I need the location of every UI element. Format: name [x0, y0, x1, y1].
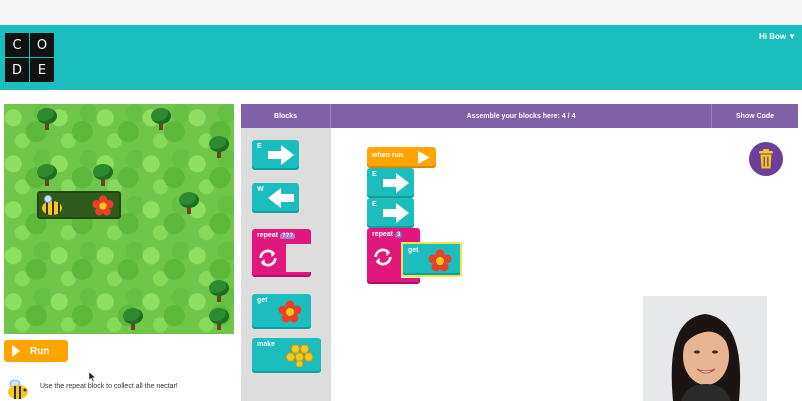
instructor-video: [643, 296, 767, 401]
when-run-label: when run: [372, 152, 404, 159]
arrow-right-icon: [383, 203, 409, 223]
grass-background: [4, 104, 234, 334]
repeat-label: repeat 3: [372, 231, 403, 238]
workspace-header: Blocks Assemble your blocks here: 4 / 4 …: [241, 104, 798, 128]
loop-icon: [257, 247, 279, 269]
logo-letter: D: [5, 58, 29, 82]
make-label: make: [257, 341, 275, 348]
app-root: C O D E Hi Bow ▼ Run Use the repeat bloc…: [0, 0, 802, 401]
program-move-east-block[interactable]: E: [367, 168, 414, 198]
tree-icon: [36, 164, 58, 186]
greeting-text: Hi Bow: [758, 32, 787, 41]
arrow-right-icon: [383, 173, 409, 193]
block-direction-label: E: [372, 201, 377, 208]
logo-letter: E: [30, 58, 54, 82]
when-run-block[interactable]: when run: [367, 147, 436, 168]
tree-icon: [36, 108, 58, 130]
play-icon: [418, 151, 430, 164]
toolbox-make-honey-block[interactable]: make: [252, 338, 321, 373]
toolbox-move-east-block[interactable]: E: [252, 140, 299, 170]
repeat-inner-slot: [286, 244, 311, 272]
instructor-portrait: [643, 296, 767, 401]
trash-button[interactable]: [749, 142, 783, 176]
honeycomb-icon: [286, 344, 314, 367]
repeat-count-field[interactable]: 3: [395, 232, 403, 238]
flower-icon: [278, 300, 302, 323]
get-label: get: [257, 297, 268, 304]
tree-icon: [178, 192, 200, 214]
block-direction-label: W: [257, 186, 264, 193]
site-header: [0, 25, 802, 90]
tree-icon: [150, 108, 172, 130]
block-direction-label: E: [372, 171, 377, 178]
tree-icon: [122, 308, 144, 330]
flower-icon: [92, 195, 114, 217]
bee-avatar-icon: [6, 378, 30, 400]
mouse-cursor-icon: [89, 372, 97, 382]
get-label: get: [408, 247, 419, 254]
repeat-count-field[interactable]: ???: [280, 233, 296, 239]
code-logo[interactable]: C O D E: [5, 33, 54, 82]
program-move-east-block[interactable]: E: [367, 198, 414, 228]
logo-letter: O: [30, 33, 54, 57]
tree-icon: [92, 164, 114, 186]
maze-canvas: [4, 104, 234, 334]
logo-letter: C: [5, 33, 29, 57]
arrow-right-icon: [268, 145, 294, 165]
toolbox-move-west-block[interactable]: W: [252, 183, 299, 213]
flower-icon: [428, 249, 452, 272]
tab-blocks[interactable]: Blocks: [241, 104, 331, 128]
block-direction-label: E: [257, 143, 262, 150]
arrow-left-icon: [268, 188, 294, 208]
toolbox-repeat-block[interactable]: repeat???: [252, 229, 311, 277]
loop-icon: [372, 246, 394, 268]
play-icon: [12, 345, 20, 357]
show-code-button[interactable]: Show Code: [711, 104, 798, 128]
chevron-down-icon: ▼: [788, 32, 796, 41]
tree-icon: [208, 280, 230, 302]
repeat-label: repeat???: [257, 232, 296, 239]
trash-icon: [759, 149, 773, 169]
browser-top-strip: [0, 0, 802, 25]
run-button[interactable]: Run: [4, 340, 68, 362]
workspace-status: Assemble your blocks here: 4 / 4: [466, 112, 576, 120]
user-menu[interactable]: Hi Bow ▼: [759, 32, 796, 41]
tree-icon: [208, 136, 230, 158]
instructions-text: Use the repeat block to collect all the …: [40, 383, 178, 390]
tree-icon: [208, 308, 230, 330]
bee-icon: [40, 195, 64, 215]
run-label: Run: [30, 345, 50, 357]
toolbox-get-nectar-block[interactable]: get: [252, 294, 311, 329]
program-get-nectar-block[interactable]: get: [401, 242, 462, 277]
